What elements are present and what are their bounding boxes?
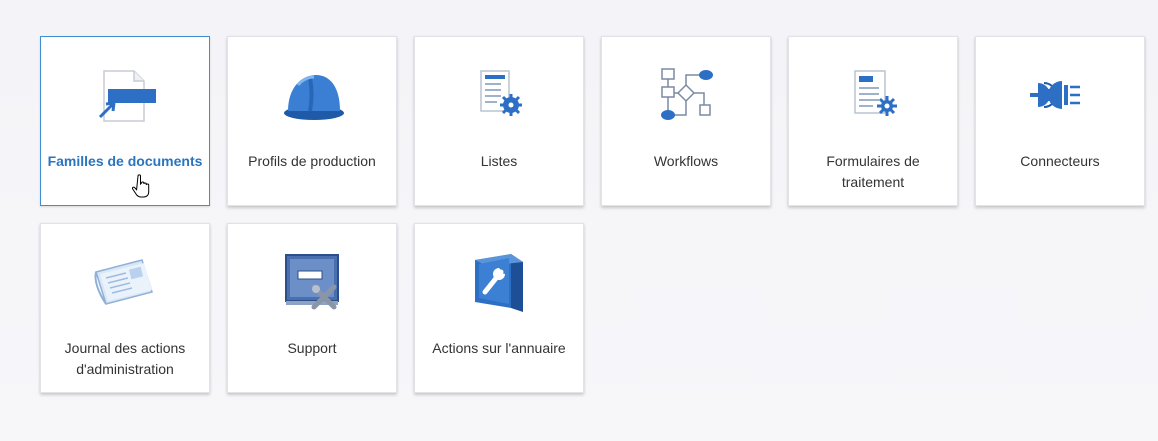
tile-profils-production[interactable]: Profils de production [227,36,397,206]
tile-label: Actions sur l'annuaire [432,340,566,356]
hard-hat-icon [272,55,352,135]
tile-familles-documents[interactable]: Familles de documents [40,36,210,206]
tile-journal-actions[interactable]: Journal des actions d'administration [40,223,210,393]
directory-wrench-icon [459,242,539,322]
list-settings-icon [459,55,539,135]
tile-label: Formulaires de traitement [826,153,920,190]
tile-label: Familles de documents [47,153,203,169]
document-family-icon [85,55,165,135]
admin-page: Familles de documents Profils de product… [0,0,1158,441]
form-settings-icon [833,55,913,135]
tile-workflows[interactable]: Workflows [601,36,771,206]
tile-label: Support [287,340,337,356]
hand-cursor-icon [132,174,150,198]
newspaper-icon [85,242,165,322]
tile-label: Workflows [653,153,719,169]
tile-label: Listes [480,153,518,169]
tile-label: Journal des actions d'administration [64,340,186,377]
tile-formulaires-traitement[interactable]: Formulaires de traitement [788,36,958,206]
plug-connector-icon [1020,55,1100,135]
tile-label: Connecteurs [1020,153,1100,169]
tile-actions-annuaire[interactable]: Actions sur l'annuaire [414,223,584,393]
admin-tiles-grid: Familles de documents Profils de product… [40,36,1145,393]
tile-listes[interactable]: Listes [414,36,584,206]
workflow-icon [646,55,726,135]
tile-connecteurs[interactable]: Connecteurs [975,36,1145,206]
support-tools-icon [272,242,352,322]
tile-label: Profils de production [248,153,376,169]
tile-support[interactable]: Support [227,223,397,393]
